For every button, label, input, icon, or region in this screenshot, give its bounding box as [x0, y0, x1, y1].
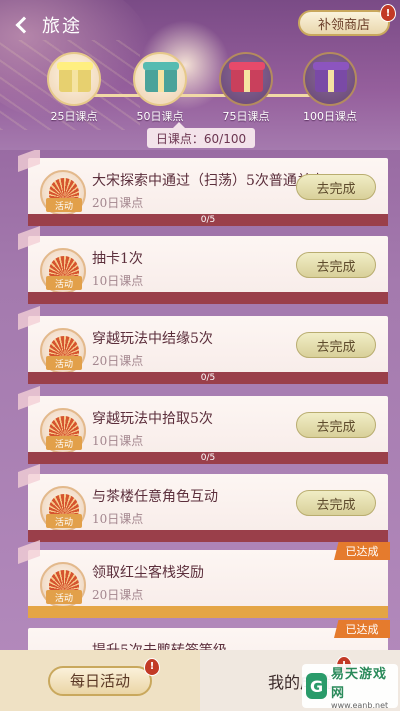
task-points: 20日课点 — [92, 196, 144, 210]
task-name: 大宋探索中通过（扫荡）5次普通关卡 — [92, 173, 325, 189]
task-row: 活动 大宋探索中通过（扫荡）5次普通关卡 20日课点 去完成 0/5 — [18, 150, 388, 226]
site-logo-icon: G — [306, 673, 328, 699]
emblem-tag: 活动 — [46, 514, 82, 528]
gift-box-icon — [133, 52, 187, 106]
fan-icon — [49, 336, 79, 356]
activity-emblem-icon: 活动 — [40, 486, 86, 532]
ribbon-decoration — [18, 305, 40, 331]
task-row: 活动 抽卡1次 10日课点 去完成 — [18, 225, 388, 304]
milestone-50[interactable]: 50日课点 — [128, 52, 192, 124]
completed-badge: 已达成 — [334, 542, 390, 560]
ribbon-decoration — [18, 225, 40, 251]
app-screen: 旅途 补领商店 ! 25日课点 50日课点 75日课点 100日课点 日课点：6… — [0, 0, 400, 711]
gift-chest — [59, 68, 91, 92]
go-complete-button[interactable]: 去完成 — [296, 412, 376, 438]
task-row: 活动 与茶楼任意角色互动 10日课点 去完成 — [18, 463, 388, 542]
task-name: 穿越玩法中拾取5次 — [92, 411, 213, 427]
task-points: 10日课点 — [92, 434, 144, 448]
task-row-completed: 已达成 提升5次去鹏转签等级 — [28, 620, 390, 650]
completed-badge: 已达成 — [334, 620, 390, 638]
go-complete-button[interactable]: 去完成 — [296, 490, 376, 516]
task-name: 领取红尘客栈奖励 — [92, 565, 204, 581]
milestone-25[interactable]: 25日课点 — [42, 52, 106, 124]
activity-emblem-icon: 活动 — [40, 248, 86, 294]
go-complete-button[interactable]: 去完成 — [296, 332, 376, 358]
task-progress-bar — [28, 530, 388, 542]
site-watermark: G 易天游戏网 www.eanb.net — [302, 663, 398, 710]
emblem-tag: 活动 — [46, 590, 82, 604]
task-points: 20日课点 — [92, 354, 144, 368]
gift-box-icon — [303, 52, 357, 106]
activity-emblem-icon: 活动 — [40, 562, 86, 608]
makeup-shop-button[interactable]: 补领商店 ! — [298, 4, 396, 36]
task-progress-bar — [28, 292, 388, 304]
task-name: 抽卡1次 — [92, 251, 143, 267]
daily-points-progress: 日课点：60/100 — [147, 122, 255, 148]
activity-emblem-icon: 活动 — [40, 328, 86, 374]
watermark-text: 易天游戏网 www.eanb.net — [331, 663, 398, 710]
milestone-label: 25日课点 — [50, 110, 98, 123]
go-complete-button[interactable]: 去完成 — [296, 174, 376, 200]
alert-badge-icon: ! — [144, 657, 160, 676]
gift-box-icon — [47, 52, 101, 106]
watermark-cn: 易天游戏网 — [331, 666, 388, 701]
task-points: 10日课点 — [92, 274, 144, 288]
alert-badge-icon: ! — [380, 4, 396, 22]
tab-daily-activity[interactable]: 每日活动 ! — [0, 650, 200, 711]
ribbon-decoration — [18, 539, 40, 565]
emblem-tag: 活动 — [46, 436, 82, 450]
ribbon-decoration — [18, 385, 40, 411]
task-name: 提升5次去鹏转签等级 — [92, 640, 227, 650]
milestone-100[interactable]: 100日课点 — [298, 52, 362, 124]
gift-chest — [231, 68, 263, 92]
task-row-completed: 已达成 活动 领取红尘客栈奖励 20日课点 — [18, 539, 390, 618]
milestone-75[interactable]: 75日课点 — [214, 52, 278, 124]
fan-icon — [49, 416, 79, 436]
activity-emblem-icon: 活动 — [40, 408, 86, 454]
fan-icon — [49, 178, 79, 198]
task-name: 与茶楼任意角色互动 — [92, 489, 218, 505]
task-list[interactable]: 活动 大宋探索中通过（扫荡）5次普通关卡 20日课点 去完成 0/5 活动 抽卡… — [0, 150, 400, 650]
task-points: 20日课点 — [92, 588, 144, 602]
page-title: 旅途 — [42, 16, 82, 37]
gift-chest — [315, 68, 347, 92]
makeup-shop-label: 补领商店 — [317, 17, 370, 33]
daily-activity-label: 每日活动 — [69, 672, 130, 690]
milestone-label: 100日课点 — [303, 110, 357, 123]
task-progress-bar: 0/5 — [28, 452, 388, 464]
gift-box-icon — [219, 52, 273, 106]
ribbon-decoration — [18, 150, 40, 173]
fan-icon — [49, 256, 79, 276]
milestone-label: 75日课点 — [222, 110, 270, 123]
emblem-tag: 活动 — [46, 198, 82, 212]
task-progress-bar: 0/5 — [28, 372, 388, 384]
ribbon-decoration — [18, 463, 40, 489]
task-row: 活动 穿越玩法中拾取5次 10日课点 去完成 0/5 — [18, 385, 388, 464]
activity-emblem-icon: 活动 — [40, 170, 86, 216]
watermark-en: www.eanb.net — [331, 700, 389, 710]
gift-chest — [145, 68, 177, 92]
emblem-tag: 活动 — [46, 276, 82, 290]
go-complete-button[interactable]: 去完成 — [296, 252, 376, 278]
back-button[interactable] — [6, 12, 36, 38]
fan-icon — [49, 570, 79, 590]
task-progress-bar: 0/5 — [28, 214, 388, 226]
emblem-tag: 活动 — [46, 356, 82, 370]
chevron-left-icon — [15, 16, 33, 34]
task-points: 10日课点 — [92, 512, 144, 526]
task-row: 活动 穿越玩法中结缘5次 20日课点 去完成 0/5 — [18, 305, 388, 384]
daily-activity-pill[interactable]: 每日活动 ! — [48, 657, 160, 696]
fan-icon — [49, 494, 79, 514]
task-progress-bar — [28, 606, 388, 618]
task-name: 穿越玩法中结缘5次 — [92, 331, 213, 347]
